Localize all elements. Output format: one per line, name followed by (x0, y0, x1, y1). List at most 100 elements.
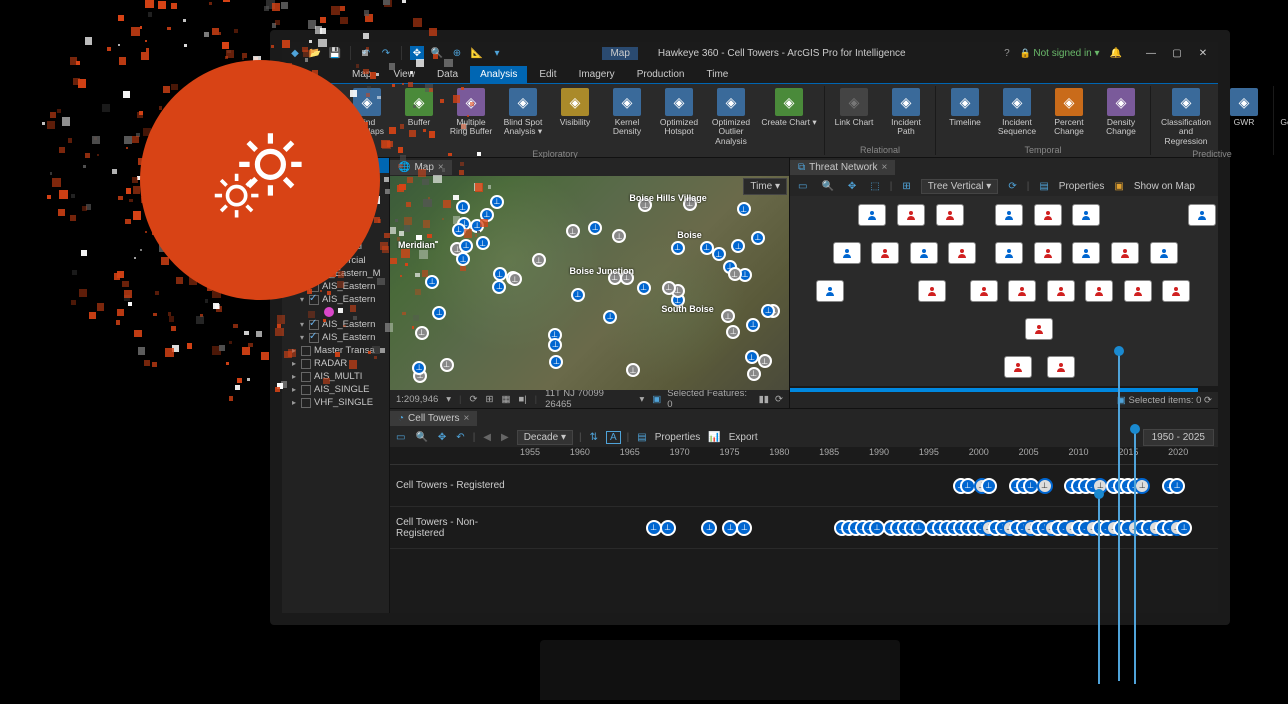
coords-dropdown-icon[interactable]: ▾ (639, 394, 644, 405)
close-button[interactable]: ✕ (1194, 48, 1212, 59)
toc-item[interactable]: AIS_MULTI (282, 370, 389, 383)
map-pin[interactable]: ⊥ (549, 355, 563, 369)
ribbon-tab-map[interactable]: Map (342, 66, 381, 83)
ribbon-tab-view[interactable]: View (383, 66, 425, 83)
map-pin[interactable]: ⊥ (712, 247, 726, 261)
map-pin[interactable]: ⊥ (626, 363, 640, 377)
scale-dropdown-icon[interactable]: ▾ (446, 394, 451, 405)
link-chart-node[interactable] (995, 242, 1023, 264)
timeline-marker[interactable]: ⊥ (736, 520, 752, 536)
collapse-icon[interactable]: ⇅ (588, 432, 600, 443)
map-pin[interactable]: ⊥ (459, 239, 473, 253)
ribbon-tab-edit[interactable]: Edit (529, 66, 566, 83)
map-pin[interactable]: ⊥ (612, 229, 626, 243)
density-change-tool[interactable]: ◈Density Change (1096, 86, 1146, 144)
toc-item[interactable]: Master Transa (282, 344, 389, 357)
map-pin[interactable]: ⊥ (490, 195, 504, 209)
timeline-marker[interactable]: ⊥ (1037, 478, 1053, 494)
link-chart-node[interactable] (1085, 280, 1113, 302)
link-chart-node[interactable] (1072, 242, 1100, 264)
incident-path-tool[interactable]: ◈Incident Path (881, 86, 931, 144)
rotation-icon[interactable]: ⟳ (470, 394, 478, 405)
minimize-button[interactable]: — (1142, 48, 1160, 59)
map-pin[interactable]: ⊥ (476, 236, 490, 250)
select-tool-icon[interactable]: ▭ (394, 432, 407, 443)
save-icon[interactable]: 💾 (328, 46, 342, 60)
cell-towers-timeline-tab[interactable]: ◔ Cell Towers × (390, 411, 477, 426)
pan-tool-icon[interactable]: ✥ (844, 180, 860, 193)
visibility-tool[interactable]: ◈Visibility (550, 86, 600, 148)
select-tool-icon[interactable]: ▭ (794, 180, 811, 193)
grid-icon[interactable]: ▦ (501, 394, 510, 405)
time-overlay[interactable]: Time ▾ (743, 178, 787, 195)
link-chart-node[interactable] (918, 280, 946, 302)
link-chart-node[interactable] (858, 204, 886, 226)
optimized-hotspot-tool[interactable]: ◈Optimized Hotspot (654, 86, 704, 148)
notifications-icon[interactable]: 🔔 (1110, 48, 1122, 59)
link-chart-node[interactable] (1008, 280, 1036, 302)
map-pin[interactable]: ⊥ (470, 219, 484, 233)
map-pin[interactable]: ⊥ (588, 221, 602, 235)
refresh-icon[interactable]: ⟳ (775, 394, 783, 405)
pause-drawing-icon[interactable]: ■| (518, 394, 526, 405)
multiple-ring-buffer-tool[interactable]: ◈Multiple Ring Buffer (446, 86, 496, 148)
map-pin[interactable]: ⊥ (637, 281, 651, 295)
toc-item[interactable]: AIS_Eastern (282, 331, 389, 344)
toc-item[interactable]: AIS_Eastern (282, 293, 389, 306)
ribbon-tab-production[interactable]: Production (627, 66, 695, 83)
map-pin[interactable]: ⊥ (432, 306, 446, 320)
link-chart-node[interactable] (1047, 280, 1075, 302)
link-chart-node[interactable] (1004, 356, 1032, 378)
ribbon-tab-imagery[interactable]: Imagery (569, 66, 625, 83)
map-pin[interactable]: ⊥ (425, 275, 439, 289)
redo-icon[interactable]: ↷ (379, 46, 393, 60)
toc-item[interactable]: VHF_SINGLE (282, 396, 389, 409)
map-pin[interactable]: ⊥ (731, 239, 745, 253)
map-pin[interactable]: ⊥ (492, 280, 506, 294)
ribbon-tab-analysis[interactable]: Analysis (470, 66, 527, 83)
label-toggle-icon[interactable]: A (606, 431, 621, 444)
map-pin[interactable]: ⊥ (456, 200, 470, 214)
map-pin[interactable]: ⊥ (452, 223, 466, 237)
clear-icon[interactable]: ↶ (454, 432, 466, 443)
link-chart-node[interactable] (948, 242, 976, 264)
link-chart-node[interactable] (897, 204, 925, 226)
link-chart-node[interactable] (1111, 242, 1139, 264)
percent-change-tool[interactable]: ◈Percent Change (1044, 86, 1094, 144)
timeline-row-data[interactable]: ⊥⊥⊥⊥⊥⊥⊥⊥⊥⊥⊥⊥⊥⊥⊥⊥⊥⊥⊥⊥ (520, 465, 1218, 506)
map-pin[interactable]: ⊥ (566, 224, 580, 238)
map-pin[interactable]: ⊥ (571, 288, 585, 302)
explore-icon[interactable]: ✥ (410, 46, 424, 60)
layout-icon[interactable]: ⊞ (898, 180, 914, 193)
select-icon[interactable]: ⊕ (450, 46, 464, 60)
toc-item[interactable] (282, 306, 389, 318)
map-pin[interactable]: ⊥ (758, 354, 772, 368)
close-icon[interactable]: × (438, 162, 444, 173)
signin-status[interactable]: Not signed in ▾ (1020, 48, 1100, 59)
timeline-row-data[interactable]: ⊥⊥⊥⊥⊥⊥⊥⊥⊥⊥⊥⊥⊥⊥⊥⊥⊥⊥⊥⊥⊥⊥⊥⊥⊥⊥⊥⊥⊥⊥⊥⊥⊥⊥⊥⊥⊥⊥⊥⊥… (520, 507, 1218, 548)
link-chart-node[interactable] (970, 280, 998, 302)
link-chart-node[interactable] (1162, 280, 1190, 302)
link-chart-node[interactable] (995, 204, 1023, 226)
ribbon-tab-data[interactable]: Data (427, 66, 468, 83)
map-pin[interactable]: ⊥ (728, 267, 742, 281)
link-chart-node[interactable] (1072, 204, 1100, 226)
filter-icon[interactable]: ⬚ (866, 180, 883, 193)
zoom-tool-icon[interactable]: 🔍 (817, 180, 837, 193)
link-chart-canvas[interactable] (790, 196, 1218, 386)
timeline-marker[interactable]: ⊥ (1169, 478, 1185, 494)
map-pin[interactable]: ⊥ (440, 358, 454, 372)
blind-spot-analysis-tool[interactable]: ◈Blind Spot Analysis ▾ (498, 86, 548, 148)
toc-item[interactable]: AIS_Eastern (282, 318, 389, 331)
step-back-icon[interactable]: ◀ (481, 432, 493, 443)
open-icon[interactable]: 📂 (308, 46, 322, 60)
map-tab[interactable]: 🌐 Map × (390, 160, 452, 175)
map-pin[interactable]: ⊥ (761, 304, 775, 318)
map-pin[interactable]: ⊥ (747, 367, 761, 381)
geoprocessing-tool[interactable]: ◈Geoprocessing ▾ (1278, 86, 1288, 154)
refresh-layout-icon[interactable]: ⟳ (1004, 180, 1020, 193)
link-chart-tool[interactable]: ◈Link Chart (829, 86, 879, 144)
timeline-properties-button[interactable]: Properties (655, 432, 701, 443)
link-chart-scrollbar[interactable] (790, 386, 1218, 392)
map-pin[interactable]: ⊥ (412, 361, 426, 375)
